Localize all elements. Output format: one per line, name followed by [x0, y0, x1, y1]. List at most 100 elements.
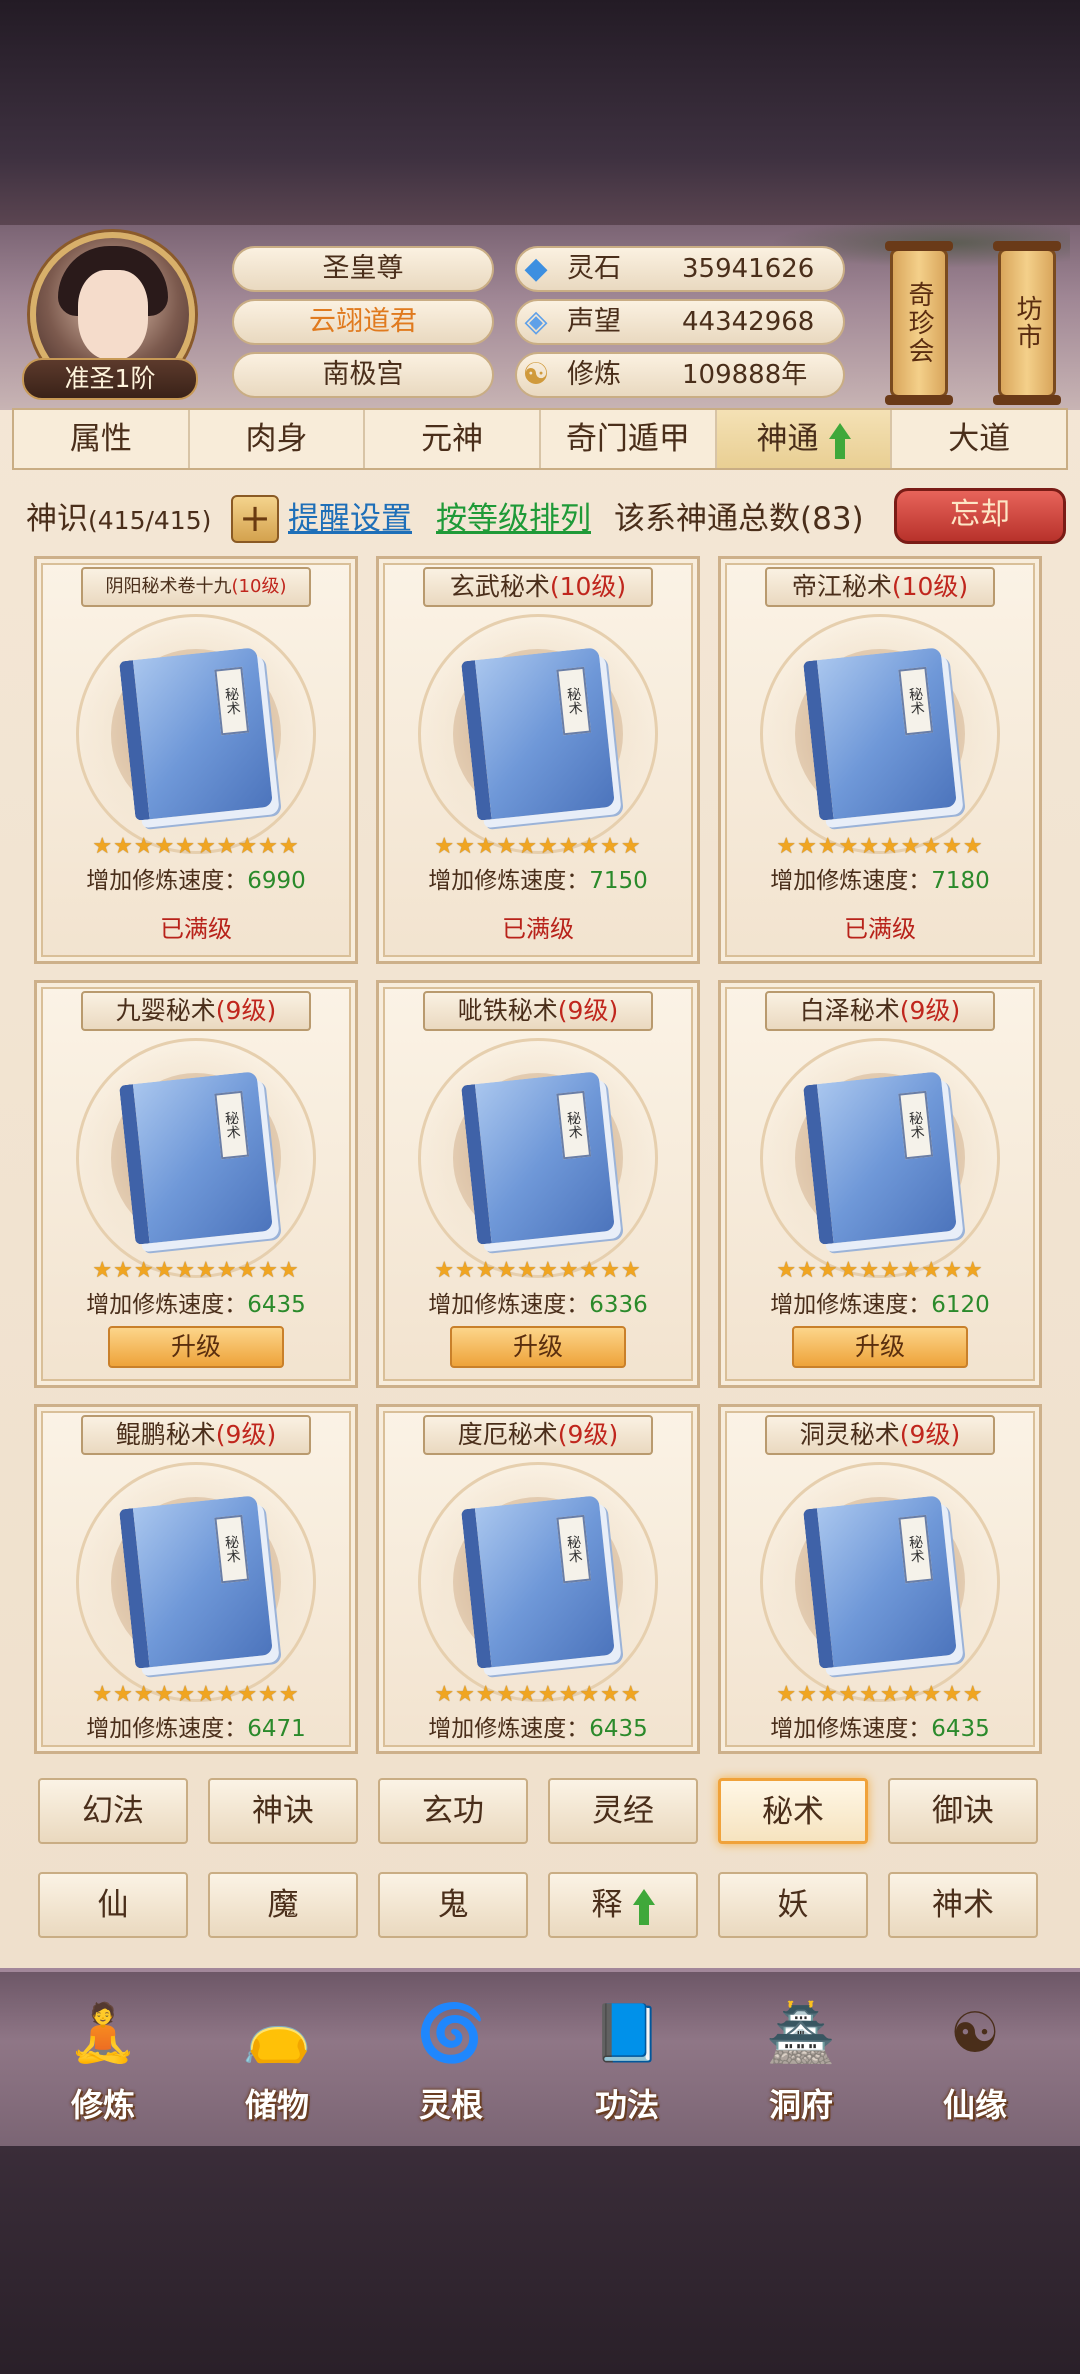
secret-book-icon: 秘术 [461, 1071, 615, 1245]
skill-name: 帝江秘术 [791, 572, 892, 601]
resource-value: 35941626 [682, 254, 815, 284]
category-demon[interactable]: 魔 [208, 1872, 358, 1938]
category-buddhist[interactable]: 释 [548, 1872, 698, 1938]
tab-label: 神通 [756, 421, 819, 457]
speed-text: 增加修炼速度：6435 [37, 1285, 355, 1319]
category-secret-art[interactable]: 秘术 [718, 1778, 868, 1844]
book-label: 秘术 [898, 666, 934, 736]
category-divine-formula[interactable]: 神诀 [208, 1778, 358, 1844]
skill-card-title: 呲铁秘术(9级) [423, 991, 653, 1031]
category-ghost[interactable]: 鬼 [378, 1872, 528, 1938]
remind-settings-link[interactable]: 提醒设置 [288, 490, 412, 548]
skill-card[interactable]: 玄武秘术(10级) 秘术 ★★★★★★★★★★ 增加修炼速度：7150 已满级 [376, 556, 700, 964]
secret-book-icon: 秘术 [119, 1495, 273, 1669]
skill-level: (9级) [215, 996, 277, 1025]
secret-book-icon: 秘术 [803, 1495, 957, 1669]
nav-storage[interactable]: 👝 储物 [202, 1978, 352, 2138]
speed-value: 6336 [589, 1292, 648, 1318]
info-row: 神识(415/415) + 提醒设置 按等级排列 该系神通总数(83) 忘却 [26, 488, 1066, 548]
skill-level: (9级) [215, 1420, 277, 1449]
title-2: 云翊道君 [232, 299, 494, 345]
skill-name: 洞灵秘术 [799, 1420, 900, 1449]
cave-house-icon: 🏯 [766, 2001, 836, 2066]
nav-cultivate[interactable]: 🧘 修炼 [28, 1978, 178, 2138]
title-1: 圣皇尊 [232, 246, 494, 292]
speed-label: 增加修炼速度： [428, 1716, 590, 1742]
skill-card-title: 阴阳秘术卷十九(10级) [81, 567, 311, 607]
tab-body[interactable]: 肉身 [190, 410, 366, 468]
tab-divine-arts[interactable]: 神通 [716, 410, 893, 468]
speed-text: 增加修炼速度：6990 [37, 861, 355, 895]
skill-level: (10级) [549, 572, 627, 601]
book-label: 秘术 [214, 1090, 250, 1160]
speed-label: 增加修炼速度： [770, 1292, 932, 1318]
tab-qimen-dunjia[interactable]: 奇门遁甲 [541, 410, 717, 468]
tab-attributes[interactable]: 属性 [14, 410, 190, 468]
skill-card[interactable]: 九婴秘术(9级) 秘术 ★★★★★★★★★★ 增加修炼速度：6435 升级 [34, 980, 358, 1388]
star-rating: ★★★★★★★★★★ [776, 834, 984, 859]
secret-book-icon: 秘术 [119, 1071, 273, 1245]
skill-card[interactable]: 帝江秘术(10级) 秘术 ★★★★★★★★★★ 增加修炼速度：7180 已满级 [718, 556, 1042, 964]
cultivate-icon: 🧘 [68, 2001, 138, 2066]
category-monster[interactable]: 妖 [718, 1872, 868, 1938]
category-control-formula[interactable]: 御诀 [888, 1778, 1038, 1844]
treasure-fair-button[interactable]: 奇珍会 [885, 241, 953, 405]
top-background [0, 0, 1080, 225]
skill-level: (10级) [891, 572, 969, 601]
skill-card-title: 鲲鹏秘术(9级) [81, 1415, 311, 1455]
skill-card[interactable]: 白泽秘术(9级) 秘术 ★★★★★★★★★★ 增加修炼速度：6120 升级 [718, 980, 1042, 1388]
forget-button[interactable]: 忘却 [894, 488, 1066, 544]
upgrade-button[interactable]: 升级 [450, 1326, 626, 1368]
speed-value: 7180 [931, 868, 990, 894]
star-rating: ★★★★★★★★★★ [92, 1682, 300, 1707]
speed-text: 增加修炼速度：6120 [721, 1285, 1039, 1319]
prestige-icon: ◈ [524, 304, 548, 339]
skill-card[interactable]: 度厄秘术(9级) 秘术 ★★★★★★★★★★ 增加修炼速度：6435 [376, 1404, 700, 1754]
speed-label: 增加修炼速度： [428, 868, 590, 894]
category-divine-art[interactable]: 神术 [888, 1872, 1038, 1938]
skill-card[interactable]: 呲铁秘术(9级) 秘术 ★★★★★★★★★★ 增加修炼速度：6336 升级 [376, 980, 700, 1388]
speed-value: 6435 [931, 1716, 990, 1742]
tab-great-dao[interactable]: 大道 [892, 410, 1066, 468]
category-illusion[interactable]: 幻法 [38, 1778, 188, 1844]
market-button[interactable]: 坊市 [993, 241, 1061, 405]
max-level-status: 已满级 [160, 915, 232, 943]
upgrade-arrow-icon [828, 422, 851, 459]
skill-card-title: 玄武秘术(10级) [423, 567, 653, 607]
book-label: 秘术 [898, 1090, 934, 1160]
nav-label: 功法 [594, 2086, 659, 2124]
resource-value: 109888年 [682, 360, 808, 390]
add-divine-sense-button[interactable]: + [231, 495, 279, 543]
category-immortal[interactable]: 仙 [38, 1872, 188, 1938]
book-label: 秘术 [214, 1514, 250, 1584]
upgrade-button[interactable]: 升级 [792, 1326, 968, 1368]
star-rating: ★★★★★★★★★★ [92, 834, 300, 859]
avatar-face [77, 269, 148, 360]
skill-card[interactable]: 洞灵秘术(9级) 秘术 ★★★★★★★★★★ 增加修炼速度：6435 [718, 1404, 1042, 1754]
upgrade-button[interactable]: 升级 [108, 1326, 284, 1368]
star-rating: ★★★★★★★★★★ [776, 1258, 984, 1283]
category-spirit-scripture[interactable]: 灵经 [548, 1778, 698, 1844]
nav-immortal-fate[interactable]: ☯ 仙缘 [900, 1978, 1050, 2138]
tab-primordial-spirit[interactable]: 元神 [365, 410, 542, 468]
nav-cave-house[interactable]: 🏯 洞府 [726, 1978, 876, 2138]
speed-value: 6435 [589, 1716, 648, 1742]
skill-name: 阴阳秘术卷十九 [105, 576, 232, 597]
sort-by-level-link[interactable]: 按等级排列 [436, 490, 591, 548]
upgrade-arrow-icon [632, 1888, 655, 1925]
nav-spirit-root[interactable]: 🌀 灵根 [376, 1978, 526, 2138]
resource-cultivation: ☯ 修炼 109888年 [515, 352, 845, 398]
skill-level: (9级) [899, 996, 961, 1025]
spirit-stone-icon: ◆ [524, 251, 548, 286]
speed-label: 增加修炼速度： [770, 868, 932, 894]
book-label: 秘术 [556, 1514, 592, 1584]
star-rating: ★★★★★★★★★★ [434, 834, 642, 859]
speed-label: 增加修炼速度： [428, 1292, 590, 1318]
skill-card[interactable]: 鲲鹏秘术(9级) 秘术 ★★★★★★★★★★ 增加修炼速度：6471 [34, 1404, 358, 1754]
category-mystic-art[interactable]: 玄功 [378, 1778, 528, 1844]
book-label: 秘术 [556, 666, 592, 736]
nav-techniques[interactable]: 📘 功法 [552, 1978, 702, 2138]
skill-level: (9级) [557, 1420, 619, 1449]
speed-value: 6435 [247, 1292, 306, 1318]
skill-card[interactable]: 阴阳秘术卷十九(10级) 秘术 ★★★★★★★★★★ 增加修炼速度：6990 已… [34, 556, 358, 964]
